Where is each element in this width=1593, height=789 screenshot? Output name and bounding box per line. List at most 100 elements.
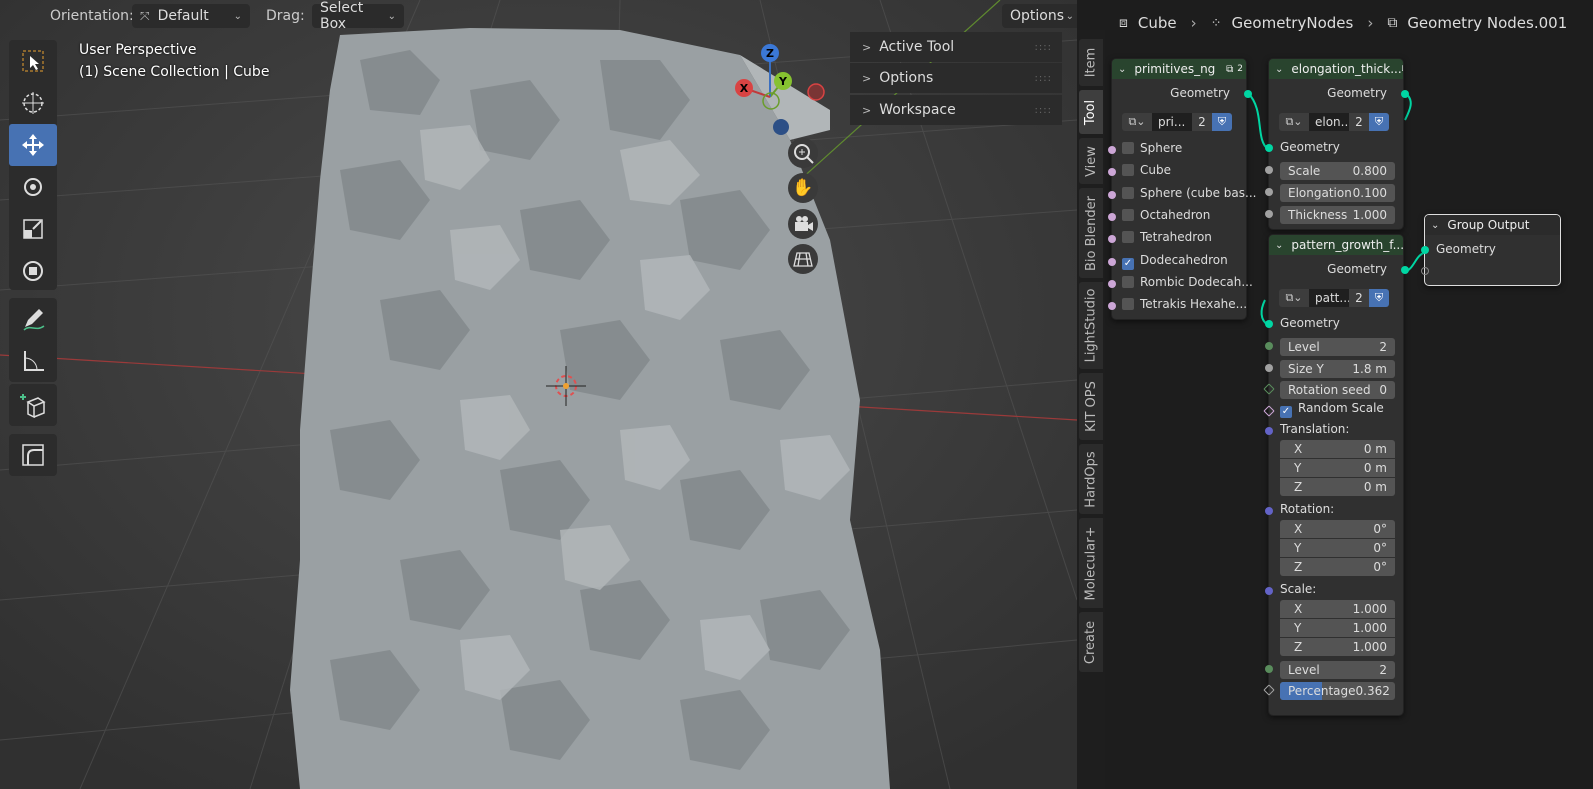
translation-y-field[interactable]: Y0 m (1280, 459, 1395, 477)
input-socket[interactable] (1265, 427, 1273, 435)
tab-item[interactable]: Item (1079, 39, 1103, 86)
panel-options[interactable]: > Options:::: (850, 63, 1062, 93)
options-dropdown[interactable]: Options ⌄ (1002, 4, 1077, 28)
output-socket[interactable] (1401, 90, 1409, 98)
primitive-checkbox[interactable]: ✓ Dodecahedron (1122, 253, 1228, 270)
collapse-icon[interactable]: ⌄ (1431, 220, 1439, 231)
collapse-icon[interactable]: ⌄ (1275, 64, 1283, 75)
tab-kit-ops[interactable]: KIT OPS (1079, 373, 1103, 440)
input-socket[interactable] (1108, 168, 1116, 177)
camera-view-button[interactable] (788, 209, 818, 239)
panel-active-tool[interactable]: > Active Tool:::: (850, 32, 1062, 62)
tab-hardops[interactable]: HardOps (1079, 444, 1103, 514)
rotation-z-field[interactable]: Z 0° (1280, 558, 1395, 576)
drag-grip-icon[interactable]: :::: (1035, 105, 1052, 116)
ortho-toggle-button[interactable] (788, 244, 818, 274)
orientation-dropdown[interactable]: ⤧ Default ⌄ (132, 4, 250, 28)
thickness-field[interactable]: Thickness 1.000 (1280, 206, 1395, 224)
tab-molecular[interactable]: Molecular+ (1079, 518, 1103, 608)
node-group-selector[interactable]: ⧉⌄ patt... 2 ⛨ (1279, 289, 1397, 307)
rotation-x-field[interactable]: X 0° (1280, 520, 1395, 538)
input-socket[interactable] (1265, 188, 1273, 196)
input-socket[interactable] (1108, 190, 1116, 199)
tab-view[interactable]: View (1079, 138, 1103, 184)
drag-grip-icon[interactable]: :::: (1035, 73, 1052, 84)
output-socket[interactable] (1244, 90, 1252, 98)
level2-field[interactable]: Level 2 (1280, 661, 1395, 679)
node-header[interactable]: ⌄pattern_growth_f...⧉2 (1269, 235, 1403, 255)
cursor-tool[interactable] (9, 82, 57, 124)
node-pattern-growth[interactable]: ⌄pattern_growth_f...⧉2 Geometry ⧉⌄patt..… (1263, 234, 1409, 716)
input-socket[interactable] (1108, 146, 1116, 154)
panel-workspace[interactable]: > Workspace:::: (850, 95, 1062, 125)
zoom-button[interactable] (788, 138, 818, 168)
transform-tool[interactable] (9, 250, 57, 292)
drag-grip-icon[interactable]: :::: (1035, 42, 1052, 53)
empty-input-socket[interactable] (1421, 267, 1429, 275)
annotate-tool[interactable] (9, 298, 57, 340)
node-primitives[interactable]: ⌄ primitives_ng ⧉ 2 Geometry ⧉⌄ pri... 2 ⛨ Sph… (1108, 58, 1256, 320)
input-socket[interactable] (1265, 166, 1273, 174)
3d-viewport[interactable]: X Z Y Orientation: ⤧ Default ⌄ Drag: Sele… (0, 0, 1077, 789)
elongation-field[interactable]: Elongation 0.100 (1280, 184, 1395, 202)
size-y-field[interactable]: Size Y 1.8 m (1280, 360, 1395, 378)
input-socket[interactable] (1108, 235, 1116, 244)
node-header[interactable]: ⌄ Group Output (1425, 215, 1560, 235)
measure-tool[interactable] (9, 340, 57, 382)
primitive-checkbox[interactable]: Sphere (1122, 141, 1182, 155)
scale-x-field[interactable]: X 1.000 (1280, 600, 1395, 618)
level-field[interactable]: Level 2 (1280, 338, 1395, 356)
pan-button[interactable]: ✋ (788, 173, 818, 203)
output-socket[interactable] (1401, 266, 1409, 274)
input-socket[interactable] (1108, 279, 1116, 288)
collapse-icon[interactable]: ⌄ (1275, 240, 1283, 251)
input-socket[interactable] (1265, 364, 1273, 372)
drag-dropdown[interactable]: Select Box ⌄ (312, 0, 404, 32)
random-scale-checkbox[interactable]: ✓ Random Scale (1280, 401, 1384, 418)
select-box-tool[interactable] (9, 40, 57, 82)
input-socket[interactable] (1265, 210, 1273, 218)
translation-z-field[interactable]: Z0 m (1280, 478, 1395, 496)
input-socket[interactable] (1265, 144, 1273, 152)
percentage-slider[interactable]: Percentage 0.362 (1280, 682, 1395, 700)
add-cube-tool[interactable] (9, 384, 57, 426)
fake-user-shield-icon[interactable]: ⛨ (1212, 113, 1232, 131)
node-header[interactable]: ⌄elongation_thick...⧉2 (1269, 59, 1403, 79)
collapse-icon[interactable]: ⌄ (1118, 64, 1126, 75)
rotate-tool[interactable] (9, 166, 57, 208)
input-socket[interactable] (1265, 665, 1273, 673)
input-socket[interactable] (1265, 587, 1273, 595)
node-elongation[interactable]: ⌄elongation_thick...⧉2 Geometry ⧉⌄elon..… (1265, 58, 1409, 230)
scale-y-field[interactable]: Y 1.000 (1280, 619, 1395, 637)
move-tool[interactable] (9, 124, 57, 166)
node-group-selector[interactable]: ⧉⌄ elon... 2 ⛨ (1279, 113, 1397, 131)
input-socket[interactable] (1265, 507, 1273, 515)
primitive-checkbox[interactable]: Sphere (cube bas... (1122, 186, 1256, 200)
node-group-output[interactable]: ⌄ Group Output Geometry (1421, 214, 1561, 286)
input-socket[interactable] (1265, 320, 1273, 328)
primitive-checkbox[interactable]: Cube (1122, 163, 1171, 177)
primitive-checkbox[interactable]: Tetrahedron (1122, 230, 1212, 244)
tab-tool[interactable]: Tool (1079, 90, 1103, 134)
primitive-checkbox[interactable]: Rombic Dodecah... (1122, 275, 1253, 289)
input-socket[interactable] (1108, 212, 1116, 221)
tab-bio-blender[interactable]: Bio Blender (1079, 188, 1103, 278)
node-group-selector[interactable]: ⧉⌄ pri... 2 ⛨ (1122, 113, 1240, 131)
input-socket[interactable] (1421, 246, 1429, 254)
scale-z-field[interactable]: Z 1.000 (1280, 638, 1395, 656)
bevel-tool[interactable] (9, 434, 57, 476)
rotation-y-field[interactable]: Y 0° (1280, 539, 1395, 557)
node-editor[interactable]: ⧈ Cube › ⁘ GeometryNodes › ⧉ Geometry No… (1105, 0, 1593, 789)
input-socket[interactable] (1265, 342, 1273, 350)
input-socket[interactable] (1108, 302, 1116, 311)
primitive-checkbox[interactable]: Tetrakis Hexahe... (1122, 297, 1247, 311)
scale-tool[interactable] (9, 208, 57, 250)
input-socket[interactable] (1108, 257, 1116, 266)
fake-user-shield-icon[interactable]: ⛨ (1369, 289, 1389, 307)
node-header[interactable]: ⌄ primitives_ng ⧉ 2 (1112, 59, 1246, 79)
tab-lightstudio[interactable]: LightStudio (1079, 282, 1103, 369)
scale-field[interactable]: Scale 0.800 (1280, 162, 1395, 180)
primitive-checkbox[interactable]: Octahedron (1122, 208, 1210, 222)
fake-user-shield-icon[interactable]: ⛨ (1369, 113, 1389, 131)
translation-x-field[interactable]: X0 m (1280, 440, 1395, 458)
